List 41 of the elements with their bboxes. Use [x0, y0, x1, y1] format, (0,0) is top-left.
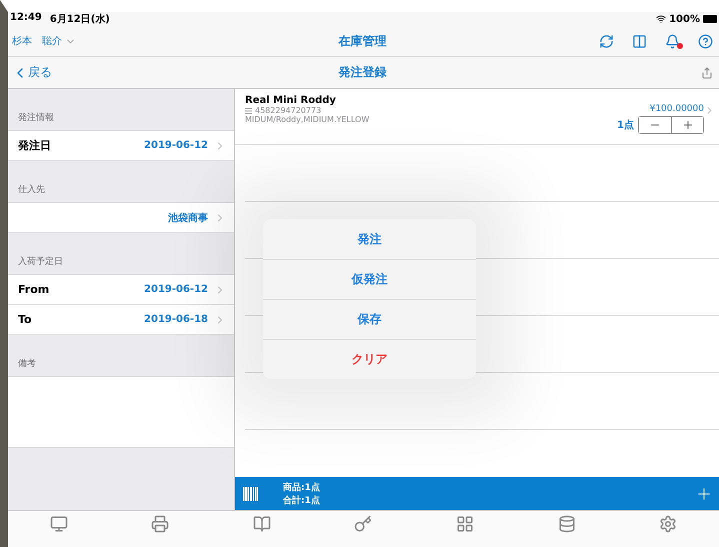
grid-icon[interactable]	[456, 515, 474, 533]
split-view-icon[interactable]	[632, 34, 647, 48]
form-row[interactable]: To 2019-06-18	[8, 305, 234, 335]
increase-button[interactable]	[671, 117, 703, 133]
book-icon[interactable]	[252, 515, 271, 533]
settings-icon[interactable]	[659, 515, 678, 533]
page-title: 発注登録	[337, 64, 388, 81]
product-count: 商品:1点	[283, 481, 321, 494]
status-time: 12:49	[10, 12, 42, 25]
total-count: 合計:1点	[283, 494, 321, 506]
plus-icon	[682, 119, 694, 131]
product-price: ¥100.00000	[650, 104, 704, 114]
back-button[interactable]: 戻る	[12, 64, 152, 81]
status-date: 6月12日(水)	[50, 12, 110, 26]
menu-item[interactable]: 発注	[263, 219, 476, 259]
battery-percent: 100%	[669, 14, 700, 24]
key-icon[interactable]	[354, 515, 372, 533]
product-code: 4582294720773	[255, 106, 322, 115]
refresh-icon[interactable]	[599, 34, 614, 48]
database-icon[interactable]	[558, 515, 576, 533]
product-name: Real Mini Roddy	[245, 95, 337, 106]
barcode-icon[interactable]	[243, 486, 259, 500]
register-icon[interactable]	[50, 515, 68, 533]
help-icon[interactable]	[698, 34, 713, 48]
wifi-icon	[656, 14, 666, 24]
form-row[interactable]: From 2019-06-12	[8, 275, 234, 305]
menu-item[interactable]: クリア	[263, 339, 476, 379]
lines-icon	[245, 108, 252, 114]
share-icon[interactable]	[701, 66, 713, 78]
notes-field[interactable]	[8, 377, 234, 448]
quantity: 1点	[617, 118, 634, 132]
menu-item[interactable]: 仮発注	[263, 259, 476, 299]
form-row[interactable]: 池袋商事	[8, 203, 234, 233]
user-menu[interactable]: 杉本 聡介	[12, 34, 152, 48]
menu-item[interactable]: 保存	[263, 299, 476, 339]
app-title: 在庫管理	[337, 32, 388, 50]
battery-icon	[703, 15, 717, 23]
form-row[interactable]: 発注日 2019-06-12	[8, 131, 234, 161]
printer-icon[interactable]	[151, 515, 170, 533]
product-variant: MIDUM/Roddy,MIDIUM.YELLOW	[245, 115, 370, 124]
notification-bell-icon[interactable]	[665, 34, 680, 48]
